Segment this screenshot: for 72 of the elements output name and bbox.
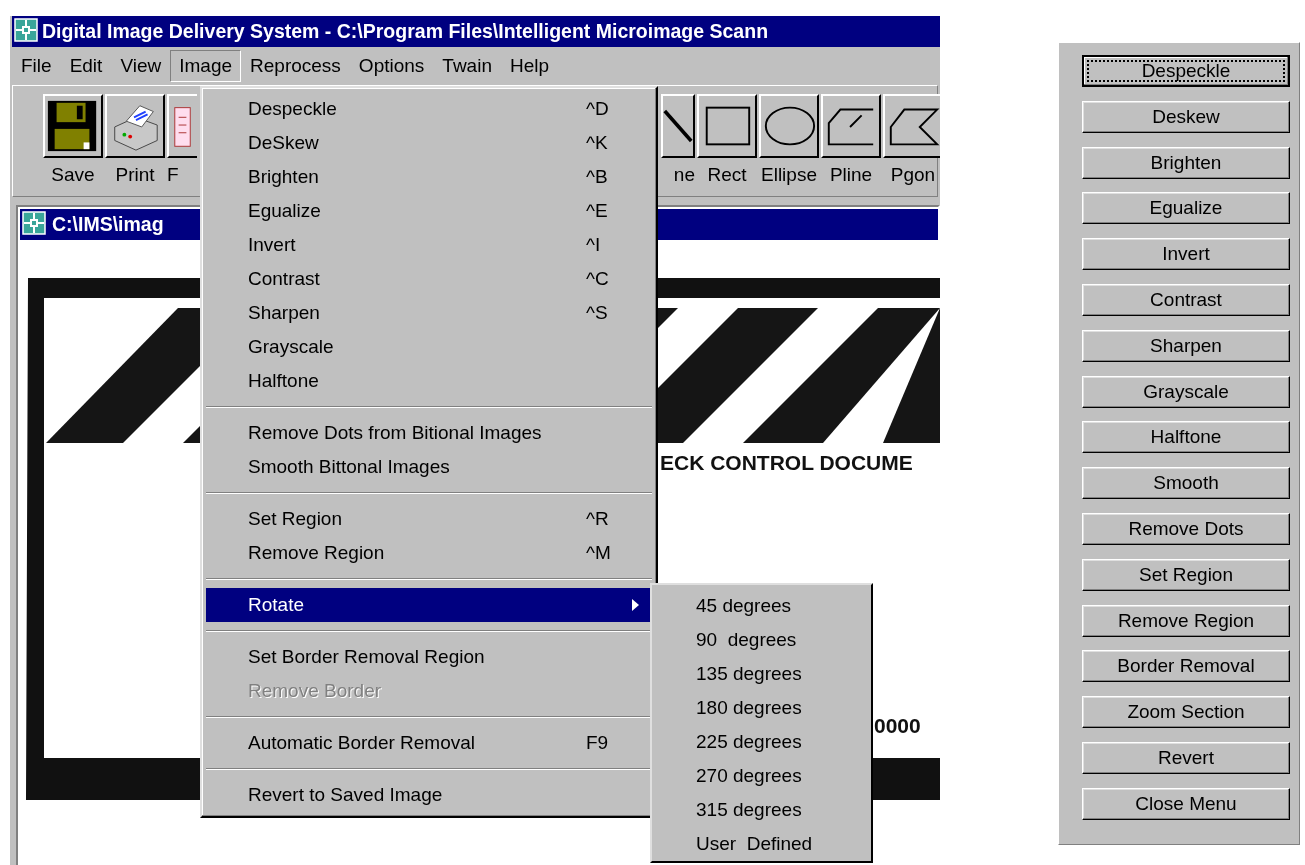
menu-item[interactable]: Halftone: [206, 364, 652, 398]
document-text: 0000: [874, 714, 921, 737]
toolbar-button[interactable]: [105, 94, 165, 158]
menu-item[interactable]: Despeckle ^D: [206, 92, 652, 126]
toolbar-label: Ellipse: [761, 164, 817, 186]
tool-button[interactable]: Remove Region: [1082, 604, 1290, 637]
toolbar-button[interactable]: [821, 94, 881, 158]
tool-button[interactable]: Halftone: [1082, 421, 1290, 454]
tool-button[interactable]: Zoom Section: [1082, 696, 1290, 729]
menu-bar-item[interactable]: Image: [170, 50, 242, 82]
toolbar-button[interactable]: [759, 94, 819, 158]
toolbar-label: F: [167, 164, 179, 186]
tool-button[interactable]: Set Region: [1082, 558, 1290, 591]
menu-item[interactable]: Smooth Bittonal Images: [206, 450, 652, 484]
tool-button[interactable]: Grayscale: [1082, 375, 1290, 408]
toolbar-label: Rect: [707, 164, 747, 186]
tool-button[interactable]: Revert: [1082, 741, 1290, 774]
menu-item[interactable]: Brighten ^B: [206, 160, 652, 194]
tool-button[interactable]: Border Removal: [1082, 650, 1290, 683]
document-text: ECK CONTROL DOCUME: [660, 451, 913, 474]
toolbar-label: ne: [673, 164, 695, 186]
toolbar-label: Print: [115, 164, 155, 186]
tool-button[interactable]: Sharpen: [1082, 329, 1290, 362]
menu-item[interactable]: Grayscale: [206, 330, 652, 364]
toolbar-button[interactable]: [697, 94, 757, 158]
diagonal-line-icon: [663, 107, 693, 145]
menu-item[interactable]: User Defined: [652, 827, 871, 861]
menu-bar-item[interactable]: File: [12, 50, 61, 82]
app-logo-icon: [14, 17, 38, 42]
app-logo-icon: [22, 210, 46, 235]
toolbar-label: Save: [51, 164, 95, 186]
tool-button[interactable]: Brighten: [1082, 146, 1290, 179]
menu-item[interactable]: 45 degrees: [652, 589, 871, 623]
menu-bar-item[interactable]: View: [111, 50, 171, 82]
menu-item[interactable]: Invert ^I: [206, 228, 652, 262]
tool-button[interactable]: Contrast: [1082, 284, 1290, 316]
menu-bar-item[interactable]: Edit: [60, 50, 112, 82]
menu-bar-item[interactable]: Options: [349, 50, 434, 82]
menu-item[interactable]: Automatic Border Removal F9: [206, 726, 652, 760]
menu-item[interactable]: Rotate: [206, 588, 652, 622]
toolbar-button[interactable]: [883, 94, 940, 158]
menu-bar-item[interactable]: Twain: [433, 50, 501, 82]
menu-item[interactable]: DeSkew ^K: [206, 126, 652, 160]
menu-item[interactable]: 90 degrees: [652, 623, 871, 657]
toolbar-button[interactable]: [43, 94, 103, 158]
menu-item[interactable]: Revert to Saved Image: [206, 778, 652, 812]
menu-item[interactable]: 180 degrees: [652, 691, 871, 725]
tool-button[interactable]: Despeckle: [1082, 55, 1290, 87]
menu-item[interactable]: Set Region ^R: [206, 502, 652, 536]
tool-button[interactable]: Close Menu: [1082, 787, 1290, 820]
toolbar-button[interactable]: [661, 94, 695, 158]
menu-item[interactable]: 135 degrees: [652, 657, 871, 691]
tool-button[interactable]: Smooth: [1082, 467, 1290, 500]
menu-item[interactable]: Remove Region ^M: [206, 536, 652, 570]
menu-item[interactable]: Set Border Removal Region: [206, 640, 652, 674]
menu-item[interactable]: Sharpen ^S: [206, 296, 652, 330]
tool-button[interactable]: Deskew: [1082, 100, 1290, 133]
menu-bar-item[interactable]: Reprocess: [241, 50, 350, 82]
menu-bar-item[interactable]: Help: [501, 50, 559, 82]
tool-button[interactable]: Remove Dots: [1082, 512, 1290, 545]
menu-item[interactable]: Egualize ^E: [206, 194, 652, 228]
window-title: Digital Image Delivery System - C:\Program Files\Intelligent Microimage Scann: [42, 20, 769, 43]
document-title: C:\IMS\imag: [52, 213, 164, 236]
menu-item[interactable]: Contrast ^C: [206, 262, 652, 296]
menu-item[interactable]: 315 degrees: [652, 793, 871, 827]
toolbar-label: Pgon: [890, 164, 936, 186]
tool-button[interactable]: Invert: [1082, 238, 1290, 271]
toolbar-label: Pline: [829, 164, 873, 186]
menu-item[interactable]: Remove Dots from Bitional Images: [206, 416, 652, 450]
menu-item[interactable]: 270 degrees: [652, 759, 871, 793]
menu-item[interactable]: 225 degrees: [652, 725, 871, 759]
tool-button[interactable]: Egualize: [1082, 192, 1290, 225]
